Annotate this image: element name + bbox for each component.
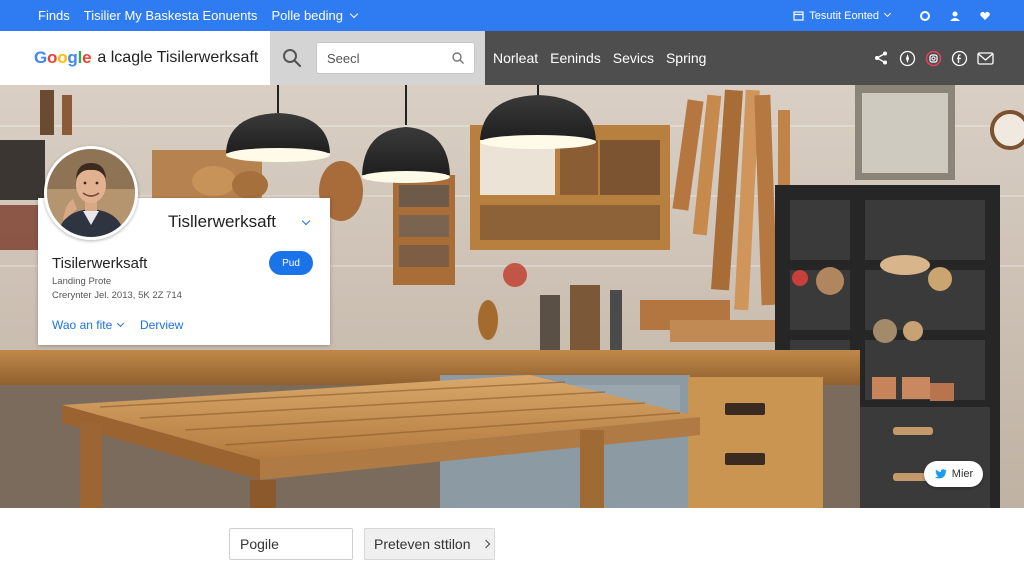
avatar-photo (47, 149, 135, 237)
profile-title: Tisllerwerksaft (168, 212, 276, 231)
account-menu[interactable]: Tesutit Eonted (793, 9, 892, 22)
profile-action-button[interactable]: Pud (269, 251, 313, 275)
share-icon[interactable] (872, 49, 890, 67)
topbar-item-finds[interactable]: Finds (38, 8, 70, 23)
profile-input-value: Pogile (240, 536, 279, 552)
search-icon[interactable] (451, 51, 465, 65)
facebook-icon[interactable] (950, 49, 968, 67)
profile-input[interactable]: Pogile (229, 528, 353, 560)
chevron-down-icon[interactable] (301, 216, 311, 226)
profile-link-dropdown[interactable]: Wao an fite (52, 318, 125, 332)
search-placeholder: Seecl (327, 50, 360, 66)
search-icon[interactable] (282, 48, 302, 68)
nav-item-spring[interactable]: Spring (666, 50, 706, 66)
nav-item-sevics[interactable]: Sevics (613, 50, 654, 66)
nav-item-norleat[interactable]: Norleat (493, 50, 538, 66)
topbar-item-dropdown-label: Polle beding (271, 8, 343, 23)
nav-item-eeninds[interactable]: Eeninds (550, 50, 601, 66)
profile-name: Tisilerwerksaft (52, 255, 148, 272)
chevron-down-icon (117, 319, 125, 328)
preview-button-label: Preteven sttilon (374, 536, 471, 552)
preview-button[interactable]: Preteven sttilon (364, 528, 495, 560)
topbar-item-baskets[interactable]: Tisilier My Baskesta Eonuents (84, 8, 258, 23)
bottom-bar: Pogile Preteven sttilon (0, 508, 1024, 576)
header: Google a lcagle Tisilerwerksaft Seecl No… (0, 31, 1024, 85)
avatar[interactable] (44, 146, 138, 240)
profile-details: Crerynter Jel. 2013, 5K 2Z 714 (52, 290, 182, 301)
instagram-icon[interactable] (924, 49, 942, 67)
brand-text: a lcagle Tisilerwerksaft (97, 49, 259, 66)
brand[interactable]: Google a lcagle Tisilerwerksaft (0, 31, 270, 85)
top-bar: Finds Tisilier My Baskesta Eonuents Poll… (0, 0, 1024, 31)
account-label: Tesutit Eonted (809, 9, 879, 22)
chevron-down-icon (349, 9, 359, 18)
main-nav: Norleat Eeninds Sevics Spring (485, 31, 1024, 85)
chevron-right-icon (481, 539, 490, 549)
profile-subtitle: Landing Prote (52, 276, 112, 287)
chevron-down-icon (883, 9, 892, 18)
profile-link-dropdown-label: Wao an fite (52, 318, 113, 332)
twitter-label: Mier (951, 468, 974, 480)
user-icon[interactable] (946, 7, 964, 25)
search-input[interactable]: Seecl (316, 42, 475, 74)
mail-icon[interactable] (976, 49, 994, 67)
settings-icon[interactable] (916, 7, 934, 25)
calendar-icon (793, 11, 804, 21)
twitter-icon (934, 469, 947, 479)
twitter-share-button[interactable]: Mier (924, 461, 983, 487)
topbar-item-dropdown[interactable]: Polle beding (271, 8, 371, 23)
heart-icon[interactable] (976, 7, 994, 25)
google-logo: Google (34, 48, 92, 67)
search-zone: Seecl (270, 31, 485, 85)
profile-link-overview[interactable]: Derview (140, 318, 183, 332)
compass-icon[interactable] (898, 49, 916, 67)
